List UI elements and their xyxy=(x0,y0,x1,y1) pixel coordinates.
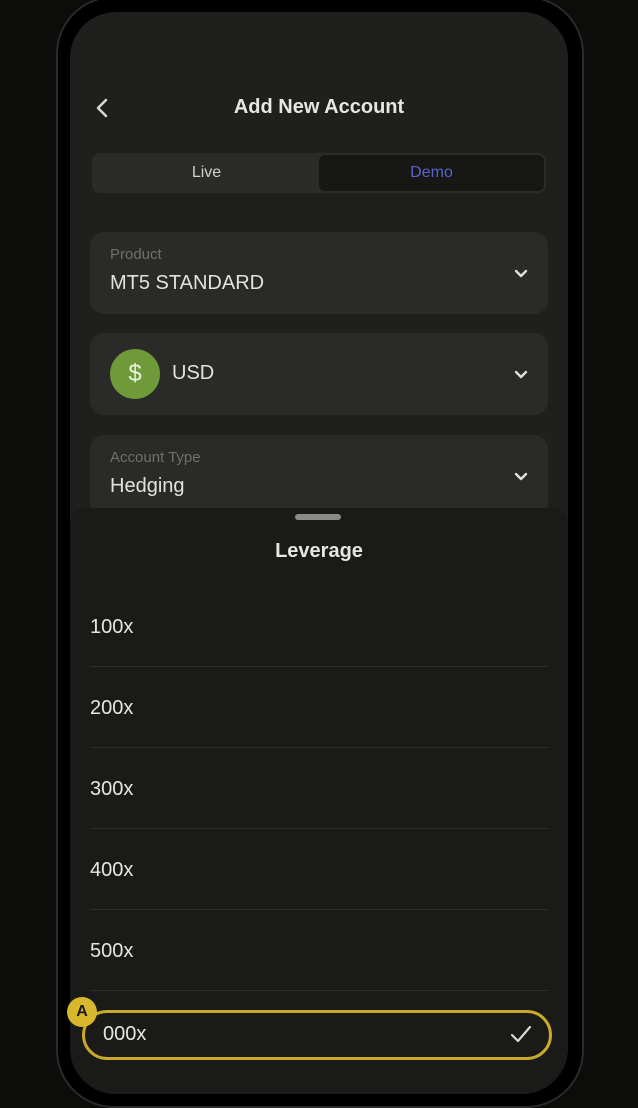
chevron-down-icon xyxy=(514,269,528,278)
leverage-option-100x[interactable]: 100x xyxy=(90,589,548,667)
dollar-coin-icon: $ xyxy=(110,349,160,399)
sheet-drag-handle[interactable] xyxy=(295,514,341,520)
leverage-option-400x[interactable]: 400x xyxy=(90,832,548,910)
app-screen: Add New Account Live Demo Product MT5 ST… xyxy=(70,12,568,1094)
currency-select[interactable]: $ USD xyxy=(90,333,548,415)
option-label: 400x xyxy=(90,859,134,881)
product-value: MT5 STANDARD xyxy=(110,272,265,294)
leverage-option-selected[interactable]: 000x xyxy=(82,1010,552,1060)
checkmark-icon xyxy=(510,1025,532,1043)
leverage-option-500x[interactable]: 500x xyxy=(90,913,548,991)
leverage-option-300x[interactable]: 300x xyxy=(90,751,548,829)
chevron-down-icon xyxy=(514,370,528,379)
leverage-sheet: Leverage 100x 200x 300x 400x 500x 000x xyxy=(70,508,568,1094)
divider xyxy=(90,990,548,991)
option-label: 200x xyxy=(90,697,134,719)
account-type-select[interactable]: Account Type Hedging xyxy=(90,435,548,517)
sheet-title: Leverage xyxy=(275,540,363,562)
leverage-option-200x[interactable]: 200x xyxy=(90,670,548,748)
option-label: 300x xyxy=(90,778,134,800)
chevron-down-icon xyxy=(514,472,528,481)
option-label: 000x xyxy=(103,1023,147,1045)
divider xyxy=(90,666,548,667)
account-mode-toggle: Live Demo xyxy=(92,153,546,193)
header: Add New Account xyxy=(70,92,568,124)
option-label: 500x xyxy=(90,940,134,962)
divider xyxy=(90,909,548,910)
divider xyxy=(90,747,548,748)
account-type-label: Account Type xyxy=(110,449,201,466)
tab-demo[interactable]: Demo xyxy=(319,155,544,191)
product-select[interactable]: Product MT5 STANDARD xyxy=(90,232,548,314)
tab-live[interactable]: Live xyxy=(94,155,319,191)
divider xyxy=(90,828,548,829)
page-title: Add New Account xyxy=(233,96,405,118)
account-type-value: Hedging xyxy=(110,475,185,497)
annotation-marker: A xyxy=(67,997,97,1027)
currency-value: USD xyxy=(172,362,215,384)
product-label: Product xyxy=(110,246,162,263)
option-label: 100x xyxy=(90,616,134,638)
